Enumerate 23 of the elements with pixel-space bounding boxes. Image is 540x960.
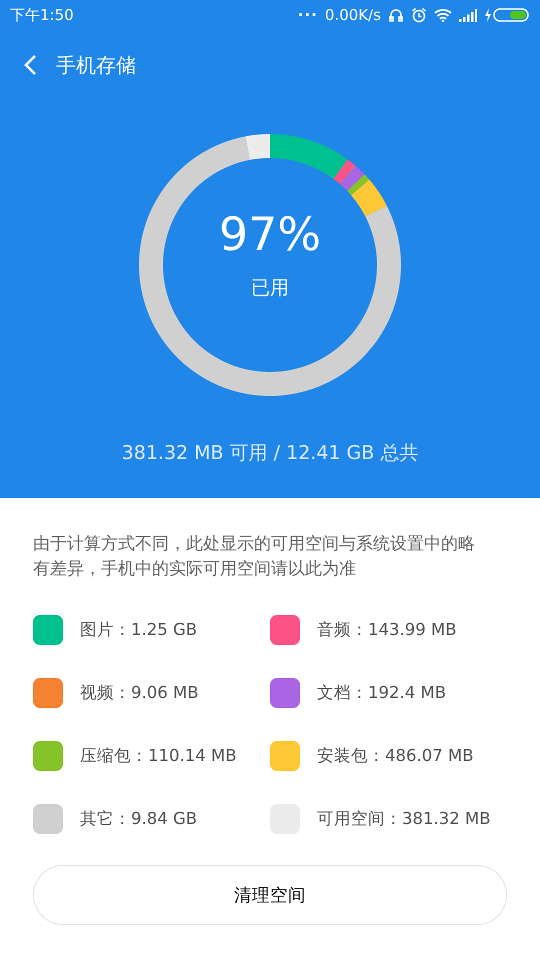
usage-caption: 已用 <box>251 276 289 301</box>
status-time: 下午1:50 <box>10 6 74 24</box>
category-label: 图片：1.25 GB <box>80 619 198 641</box>
category-label: 可用空间：381.32 MB <box>317 808 491 830</box>
wifi-icon <box>434 8 452 22</box>
more-dots: ... <box>298 2 318 20</box>
usage-percent: 97% <box>218 211 322 257</box>
category-label: 视频：9.06 MB <box>80 682 199 704</box>
signal-icon <box>459 8 477 22</box>
category-label: 其它：9.84 GB <box>80 808 198 830</box>
category-label: 音频：143.99 MB <box>317 619 457 641</box>
category-label: 文档：192.4 MB <box>317 682 446 704</box>
charging-battery-icon <box>484 8 530 22</box>
network-speed: 0.00K/s <box>324 6 381 24</box>
headset-icon <box>388 7 404 23</box>
storage-note: 由于计算方式不同，此处显示的可用空间与系统设置中的略有差异，手机中的实际可用空间请以此为准 <box>33 533 476 581</box>
category-label: 压缩包：110.14 MB <box>80 745 237 767</box>
alarm-icon <box>411 7 427 23</box>
category-label: 安装包：486.07 MB <box>317 745 474 767</box>
page-title: 手机存储 <box>56 52 136 78</box>
clean-space-button[interactable]: 清理空间 <box>33 865 507 925</box>
back-button[interactable] <box>22 54 38 76</box>
storage-summary: 381.32 MB 可用 / 12.41 GB 总共 <box>122 441 418 466</box>
